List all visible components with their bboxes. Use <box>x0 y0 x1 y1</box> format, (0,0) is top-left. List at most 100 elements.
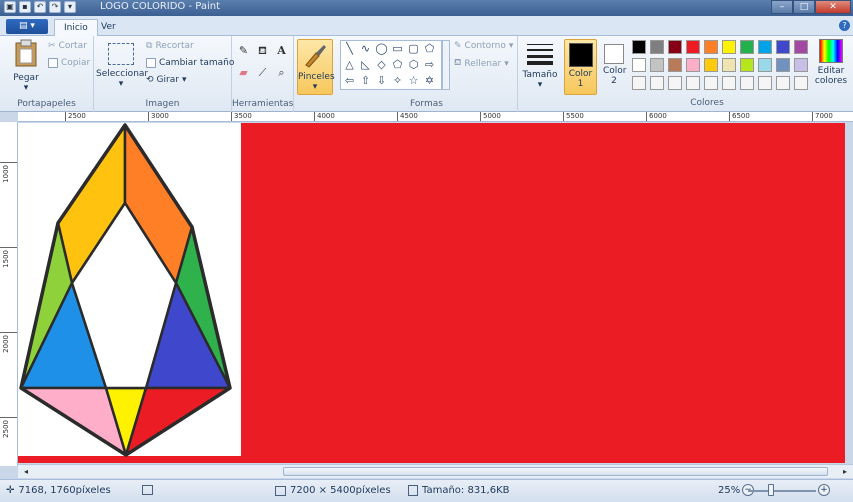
paint-file-menu-button[interactable]: ▤ ▾ <box>6 19 48 34</box>
crop-button[interactable]: ⧉ Recortar <box>146 41 194 51</box>
palette-swatch[interactable] <box>668 58 682 72</box>
size-button[interactable]: Tamaño ▾ <box>520 39 560 90</box>
copy-button[interactable]: Copiar <box>48 58 90 68</box>
scroll-right-icon[interactable]: ▸ <box>839 466 851 477</box>
eraser-icon[interactable]: ▰ <box>235 64 252 81</box>
arrow-up-shape-icon[interactable]: ⇧ <box>358 74 373 88</box>
color-picker-icon[interactable]: ⟋ <box>254 64 271 81</box>
palette-swatch[interactable] <box>758 58 772 72</box>
star-six-shape-icon[interactable]: ✡ <box>422 74 437 88</box>
scroll-left-icon[interactable]: ◂ <box>20 466 32 477</box>
scrollbar-thumb[interactable] <box>283 467 828 476</box>
polygon-shape-icon[interactable]: ⬠ <box>422 42 437 56</box>
ruler-tick: 1500 <box>0 247 17 277</box>
pentagon-shape-icon[interactable]: ⬠ <box>390 58 405 72</box>
palette-swatch[interactable] <box>686 58 700 72</box>
redo-icon[interactable]: ↷ <box>49 1 61 13</box>
rounded-rectangle-shape-icon[interactable]: ▢ <box>406 42 421 56</box>
clipboard-group-label: Portapapeles <box>17 99 76 109</box>
palette-swatch[interactable] <box>668 76 682 90</box>
palette-swatch[interactable] <box>722 58 736 72</box>
drawing-canvas[interactable] <box>18 123 845 463</box>
color1-button[interactable]: Color 1 <box>564 39 597 95</box>
triangle-shape-icon[interactable]: △ <box>342 58 357 72</box>
arrow-down-shape-icon[interactable]: ⇩ <box>374 74 389 88</box>
palette-swatch[interactable] <box>686 40 700 54</box>
palette-swatch[interactable] <box>668 40 682 54</box>
paste-button[interactable]: Pegar ▾ <box>6 39 46 93</box>
hexagon-shape-icon[interactable]: ⬡ <box>406 58 421 72</box>
fill-bucket-icon[interactable]: ⛾ <box>254 42 271 59</box>
palette-swatch[interactable] <box>650 58 664 72</box>
ruler-tick: 7000 <box>812 112 833 121</box>
text-tool-icon[interactable]: A <box>273 42 290 59</box>
palette-swatch[interactable] <box>776 40 790 54</box>
color2-swatch <box>604 44 624 64</box>
pencil-icon[interactable]: ✎ <box>235 42 252 59</box>
palette-swatch[interactable] <box>686 76 700 90</box>
right-triangle-shape-icon[interactable]: ◺ <box>358 58 373 72</box>
clipboard-icon <box>15 39 37 67</box>
palette-swatch[interactable] <box>722 76 736 90</box>
palette-swatch[interactable] <box>632 40 646 54</box>
palette-swatch[interactable] <box>650 40 664 54</box>
close-button[interactable]: ✕ <box>815 0 851 14</box>
fill-button[interactable]: ⛾ Rellenar ▾ <box>454 58 509 69</box>
magnifier-icon[interactable]: ⌕ <box>273 64 290 81</box>
palette-swatch[interactable] <box>740 76 754 90</box>
star-five-shape-icon[interactable]: ☆ <box>406 74 421 88</box>
horizontal-scrollbar[interactable]: ◂ ▸ <box>18 464 853 478</box>
minimize-button[interactable]: – <box>771 0 793 14</box>
paint-menu-icon[interactable]: ▣ <box>4 1 16 13</box>
edit-colors-button[interactable]: Editar colores <box>813 39 849 86</box>
qat-dropdown-icon[interactable]: ▾ <box>64 1 76 13</box>
resize-button[interactable]: Cambiar tamaño <box>146 58 234 68</box>
star-four-shape-icon[interactable]: ✧ <box>390 74 405 88</box>
color2-button[interactable]: Color 2 <box>599 39 629 95</box>
palette-swatch[interactable] <box>794 40 808 54</box>
select-button[interactable]: Seleccionar ▾ <box>96 39 148 89</box>
palette-swatch[interactable] <box>740 58 754 72</box>
outline-button[interactable]: ✎ Contorno ▾ <box>454 41 513 51</box>
zoom-slider-thumb[interactable] <box>768 484 774 496</box>
help-icon[interactable]: ? <box>839 20 850 31</box>
palette-swatch[interactable] <box>722 40 736 54</box>
palette-swatch[interactable] <box>704 76 718 90</box>
curve-shape-icon[interactable]: ∿ <box>358 42 373 56</box>
palette-swatch[interactable] <box>758 40 772 54</box>
palette-swatch[interactable] <box>776 76 790 90</box>
palette-swatch[interactable] <box>740 40 754 54</box>
palette-swatch[interactable] <box>632 58 646 72</box>
cut-button[interactable]: ✂ Cortar <box>48 41 87 51</box>
oval-shape-icon[interactable]: ◯ <box>374 42 389 56</box>
palette-swatch[interactable] <box>794 58 808 72</box>
rectangle-shape-icon[interactable]: ▭ <box>390 42 405 56</box>
tab-ver[interactable]: Ver <box>92 19 125 36</box>
line-shape-icon[interactable]: ╲ <box>342 42 357 56</box>
brushes-button[interactable]: Pinceles ▾ <box>297 39 335 95</box>
maximize-button[interactable]: □ <box>793 0 815 14</box>
palette-swatch[interactable] <box>776 58 790 72</box>
diamond-shape-icon[interactable]: ◇ <box>374 58 389 72</box>
paste-dropdown-icon[interactable]: ▾ <box>6 83 46 93</box>
undo-icon[interactable]: ↶ <box>34 1 46 13</box>
zoom-in-icon[interactable]: + <box>818 484 830 496</box>
select-rect-icon <box>108 43 134 65</box>
palette-swatch[interactable] <box>704 40 718 54</box>
rotate-button[interactable]: ⟲ Girar ▾ <box>146 75 186 85</box>
shapes-scroll-icon[interactable] <box>442 40 450 90</box>
select-dropdown-icon[interactable]: ▾ <box>96 79 146 89</box>
image-group-label: Imagen <box>145 99 180 109</box>
palette-swatch[interactable] <box>704 58 718 72</box>
save-icon[interactable]: ▪ <box>19 1 31 13</box>
palette-swatch[interactable] <box>650 76 664 90</box>
arrow-right-shape-icon[interactable]: ⇨ <box>422 58 437 72</box>
zoom-slider-track[interactable] <box>748 490 816 492</box>
palette-swatch[interactable] <box>632 76 646 90</box>
cursor-position-text: 7168, 1760píxeles <box>18 485 111 496</box>
palette-swatch[interactable] <box>758 76 772 90</box>
palette-swatch[interactable] <box>794 76 808 90</box>
file-size-text: Tamaño: 831,6KB <box>422 485 510 496</box>
ruler-tick: 6000 <box>646 112 667 121</box>
arrow-left-shape-icon[interactable]: ⇦ <box>342 74 357 88</box>
